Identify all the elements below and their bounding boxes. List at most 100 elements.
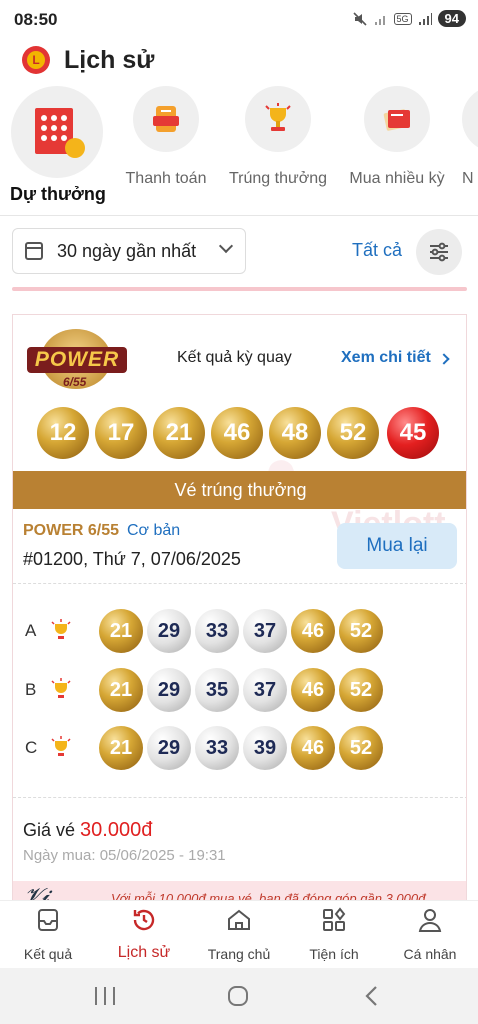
nav-label: Lịch sử	[117, 944, 171, 961]
utilities-icon	[323, 907, 346, 931]
line-letter: A	[25, 621, 37, 640]
category-more[interactable]: N	[462, 84, 478, 188]
line-letter: B	[25, 680, 37, 699]
nav-ca-nhan[interactable]: Cá nhân	[382, 907, 478, 962]
mute-icon	[352, 11, 367, 26]
number-ball: 37	[243, 668, 287, 712]
filter-all-button[interactable]: Tất cả	[352, 240, 402, 261]
category-label: Mua nhiều kỳ	[349, 170, 445, 187]
category-label: N	[462, 170, 474, 187]
trophy-icon	[51, 736, 71, 756]
draw-info: #01200, Thứ 7, 07/06/2025	[23, 549, 241, 569]
back-icon[interactable]	[362, 984, 382, 1008]
price-value: 30.000đ	[80, 819, 153, 841]
recent-apps-icon[interactable]	[94, 986, 116, 1006]
date-range-value: 30 ngày gần nhất	[57, 240, 197, 261]
ticket-card[interactable]: Vietlott ● POWER 6/55 Kết quả kỳ quay Xe…	[12, 314, 467, 914]
status-icons: 5G 94	[352, 10, 466, 27]
trophy-icon	[51, 678, 71, 698]
number-ball: 52	[339, 668, 383, 712]
result-ball: 12	[37, 407, 89, 459]
nav-label: Cá nhân	[403, 946, 457, 962]
result-ball: 46	[211, 407, 263, 459]
number-ball: 21	[99, 609, 143, 653]
profile-icon	[418, 909, 442, 932]
number-ball: 21	[99, 668, 143, 712]
nav-ket-qua[interactable]: Kết quả	[0, 907, 96, 962]
battery-badge: 94	[437, 10, 466, 27]
status-bar: 08:50 5G 94	[0, 0, 478, 40]
number-ball: 29	[147, 668, 191, 712]
page-header: L Lịch sử	[0, 40, 478, 84]
calendar-icon	[25, 242, 43, 260]
number-ball: 29	[147, 609, 191, 653]
result-ball: 17	[95, 407, 147, 459]
nav-trang-chu[interactable]: Trang chủ	[191, 907, 287, 962]
page-title: Lịch sử	[64, 46, 155, 74]
result-ball: 48	[269, 407, 321, 459]
product-type: Cơ bản	[127, 522, 181, 539]
signal-icon	[374, 15, 385, 25]
results-icon	[38, 909, 58, 931]
result-ball: 21	[153, 407, 205, 459]
category-label: Trúng thưởng	[229, 170, 327, 187]
detail-link[interactable]: Xem chi tiết	[341, 349, 431, 367]
purchase-date: Ngày mua: 05/06/2025 - 19:31	[23, 847, 226, 864]
number-ball: 52	[339, 609, 383, 653]
category-mua-nhieu-ky[interactable]: Mua nhiều kỳ	[346, 84, 448, 188]
number-ball: 29	[147, 726, 191, 770]
number-ball: 46	[291, 726, 335, 770]
nav-label: Kết quả	[23, 946, 73, 962]
payment-icon	[133, 86, 199, 152]
category-scroller[interactable]: Dự thưởng Thanh toán Trúng thưởng Mua nh…	[0, 84, 478, 216]
bottom-nav: Kết quả Lịch sử Trang chủ Tiện ích Cá nh…	[0, 900, 478, 968]
number-ball: 52	[339, 726, 383, 770]
number-ball: 33	[195, 726, 239, 770]
system-nav-bar	[0, 968, 478, 1024]
signal-icon-2	[418, 12, 432, 25]
number-ball: 33	[195, 609, 239, 653]
buy-again-button[interactable]: Mua lại	[337, 523, 457, 569]
number-ball: 35	[195, 668, 239, 712]
trophy-icon	[51, 619, 71, 639]
category-thanh-toan[interactable]: Thanh toán	[116, 84, 216, 188]
result-label: Kết quả kỳ quay	[177, 349, 292, 366]
number-ball: 21	[99, 726, 143, 770]
ticket-icon	[11, 86, 103, 178]
chevron-down-icon	[218, 238, 234, 254]
date-range-select[interactable]: 30 ngày gần nhất	[12, 228, 246, 274]
sliders-icon	[430, 242, 448, 262]
power-655-logo: POWER 6/55	[27, 329, 127, 389]
nav-lich-su[interactable]: Lịch sử	[96, 907, 192, 962]
number-ball: 46	[291, 609, 335, 653]
category-label: Dự thưởng	[10, 184, 106, 204]
number-ball: 37	[243, 609, 287, 653]
nav-label: Tiện ích	[309, 946, 359, 962]
network-badge: 5G	[393, 12, 412, 25]
category-trung-thuong[interactable]: Trúng thưởng	[224, 84, 332, 188]
history-clock-icon: L	[22, 46, 50, 74]
ticket-line-a: A 21 29 33 37 46 52	[13, 609, 466, 653]
history-icon	[133, 909, 155, 931]
trophy-icon	[245, 86, 311, 152]
status-time: 08:50	[14, 10, 58, 29]
divider	[13, 583, 466, 584]
multi-ticket-icon	[364, 86, 430, 152]
home-icon	[228, 909, 250, 930]
home-button-icon[interactable]	[226, 984, 250, 1008]
divider	[13, 797, 466, 798]
category-more-icon	[462, 86, 478, 152]
product-name: POWER 6/55	[23, 522, 120, 539]
ticket-line-c: C 21 29 33 39 46 52	[13, 726, 466, 770]
result-ball: 52	[327, 407, 379, 459]
winning-ticket-banner: Vé trúng thưởng	[13, 471, 466, 509]
list-top-divider	[12, 287, 467, 291]
nav-tien-ich[interactable]: Tiện ích	[286, 907, 382, 962]
category-du-thuong[interactable]: Dự thưởng	[10, 84, 106, 205]
price-label: Giá vé	[23, 820, 76, 840]
line-letter: C	[25, 738, 38, 757]
filter-settings-button[interactable]	[416, 229, 462, 275]
result-special-ball: 45	[387, 407, 439, 459]
category-label: Thanh toán	[125, 170, 207, 187]
chevron-right-icon[interactable]	[438, 353, 450, 365]
